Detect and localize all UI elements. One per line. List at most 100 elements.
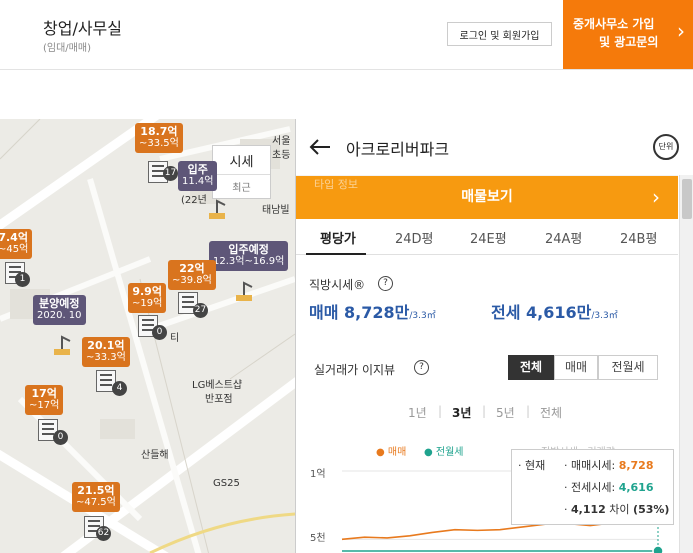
page-subtitle: (임대/매매) bbox=[43, 43, 91, 54]
marker-status: 입주예정 bbox=[228, 243, 269, 256]
map-price-marker[interactable]: 18.7억 ~33.5억 bbox=[135, 123, 183, 153]
unit-count-badge: 0 bbox=[152, 325, 167, 340]
map-place-label: 산들해 bbox=[141, 450, 169, 461]
y-tick-label: 5천 bbox=[310, 533, 326, 544]
tab-24b[interactable]: 24B평 bbox=[620, 228, 657, 247]
map-price-marker[interactable]: 21.5억 ~47.5억 bbox=[72, 482, 120, 512]
map-price-marker[interactable]: 9.9억 ~19억 bbox=[128, 283, 167, 313]
tab-24d[interactable]: 24D평 bbox=[395, 228, 434, 247]
active-tab-underline bbox=[306, 253, 366, 255]
chevron-right-icon: › bbox=[652, 185, 660, 209]
map-price-marker[interactable]: 7.4억 ~45억 bbox=[0, 229, 33, 259]
marker-price: 18.7억 bbox=[140, 125, 178, 138]
tooltip-rent: · 전세시세: 4,616 bbox=[564, 479, 653, 495]
tooltip-diff-pct: (53%) bbox=[633, 503, 670, 516]
view-listings-button[interactable]: 타입 정보 매물보기 › bbox=[296, 176, 678, 219]
jeonse-label: 전세 bbox=[491, 303, 521, 322]
marker-range: ~39.8억 bbox=[172, 275, 212, 286]
price-toggle-current[interactable]: 시세 bbox=[213, 146, 270, 175]
page-title: 창업/사무실 bbox=[43, 19, 122, 38]
marker-range: ~45억 bbox=[0, 244, 29, 255]
transaction-easyview-label: 실거래가 이지뷰 bbox=[314, 363, 396, 377]
agency-signup-button[interactable]: 중개사무소 가입 및 광고문의 › bbox=[563, 0, 693, 69]
tooltip-diff: · 4,112 차이 (53%) bbox=[564, 503, 670, 516]
map-place-label: (22년 bbox=[181, 195, 207, 206]
period-separator: | bbox=[482, 404, 487, 418]
tab-per-pyeong[interactable]: 평당가 bbox=[320, 228, 356, 247]
marker-range: 12.3억~16.9억 bbox=[213, 256, 285, 267]
map-place-label: GS25 bbox=[213, 478, 240, 489]
unit-count-badge: 27 bbox=[193, 303, 208, 318]
map-presale-marker[interactable]: 분양예정 2020. 10 bbox=[33, 295, 86, 325]
marker-status: 입주 bbox=[187, 163, 208, 176]
unit-count-badge: 17 bbox=[163, 166, 178, 181]
marker-price: 17억 bbox=[31, 387, 57, 400]
marker-range: ~47.5억 bbox=[76, 497, 116, 508]
unit-count-badge: 62 bbox=[96, 526, 111, 541]
marker-price: 20.1억 bbox=[87, 339, 125, 352]
period-separator: | bbox=[438, 404, 443, 418]
tooltip-sale: · 매매시세: 8,728 bbox=[564, 457, 653, 473]
map-place-label: LG베스트샵 bbox=[192, 380, 243, 391]
map-place-label: 초등 bbox=[272, 150, 291, 161]
map-occupancy-marker[interactable]: 입주예정 12.3억~16.9억 bbox=[209, 241, 289, 271]
legend-sale-label: 매매 bbox=[387, 447, 407, 458]
marker-range: ~33.3억 bbox=[86, 352, 126, 363]
zigbang-price-label: 직방시세® bbox=[309, 278, 366, 292]
header-spacer bbox=[0, 70, 693, 119]
period-3y[interactable]: 3년 bbox=[452, 404, 471, 421]
map-price-marker[interactable]: 22억 ~39.8억 bbox=[168, 260, 216, 290]
construction-crane-icon bbox=[209, 199, 226, 219]
panel-scrollbar[interactable] bbox=[679, 175, 693, 553]
chevron-right-icon: › bbox=[677, 19, 685, 43]
sale-price: 매매 8,728만/3.3㎡ bbox=[309, 299, 436, 323]
price-toggle-panel[interactable]: 시세 최근 bbox=[212, 145, 271, 199]
chart-tooltip: · 현재 · 매매시세: 8,728 · 전세시세: 4,616 · 4,112… bbox=[511, 449, 674, 525]
map-price-marker[interactable]: 20.1억 ~33.3억 bbox=[82, 337, 130, 367]
period-all[interactable]: 전체 bbox=[540, 404, 562, 421]
filter-all[interactable]: 전체 bbox=[508, 355, 554, 380]
marker-price: 7.4억 bbox=[0, 231, 28, 244]
unit-toggle-icon[interactable]: 단위 bbox=[653, 134, 679, 160]
tooltip-diff-value: 4,112 bbox=[571, 503, 606, 516]
filter-sale[interactable]: 매매 bbox=[554, 355, 598, 380]
map-place-label: 반포점 bbox=[205, 394, 233, 405]
arrow-left-icon[interactable] bbox=[308, 135, 332, 159]
app-header: 창업/사무실 (임대/매매) 로그인 및 회원가입 중개사무소 가입 및 광고문… bbox=[0, 0, 693, 70]
sale-unit: /3.3㎡ bbox=[409, 311, 436, 321]
legend-rent: ● 전월세 bbox=[424, 447, 464, 458]
scrollbar-thumb[interactable] bbox=[682, 179, 692, 219]
unit-count-badge: 0 bbox=[53, 430, 68, 445]
jeonse-unit: /3.3㎡ bbox=[591, 311, 618, 321]
price-toggle-recent[interactable]: 최근 bbox=[213, 175, 270, 194]
help-icon[interactable]: ? bbox=[414, 360, 429, 375]
map-place-label: 서울 bbox=[272, 136, 291, 147]
legend-rent-label: 전월세 bbox=[435, 447, 464, 458]
login-signup-button[interactable]: 로그인 및 회원가입 bbox=[447, 22, 552, 46]
jeonse-price: 전세 4,616만/3.3㎡ bbox=[491, 299, 618, 323]
type-tabs: 평당가 24D평 24E평 24A평 24B평 bbox=[296, 219, 678, 255]
help-icon[interactable]: ? bbox=[378, 276, 393, 291]
tooltip-rent-label: · 전세시세: bbox=[564, 481, 616, 494]
filter-rent[interactable]: 전월세 bbox=[598, 355, 658, 380]
legend-sale: ● 매매 bbox=[376, 447, 407, 458]
map-place-label: 태남빌 bbox=[262, 205, 290, 216]
map-occupancy-marker[interactable]: 입주 11.4억 bbox=[178, 161, 218, 191]
view-listings-label: 매물보기 bbox=[461, 189, 513, 205]
period-separator: | bbox=[526, 404, 531, 418]
marker-status: 분양예정 bbox=[39, 297, 80, 310]
y-tick-label: 1억 bbox=[310, 469, 326, 480]
marker-range: 11.4억 bbox=[182, 176, 214, 187]
period-1y[interactable]: 1년 bbox=[408, 404, 427, 421]
tab-24e[interactable]: 24E평 bbox=[470, 228, 507, 247]
tooltip-now: · 현재 bbox=[518, 459, 546, 472]
tooltip-diff-label: 차이 bbox=[609, 503, 630, 516]
marker-date: 2020. 10 bbox=[37, 310, 82, 321]
unit-count-badge: 1 bbox=[15, 272, 30, 287]
tab-24a[interactable]: 24A평 bbox=[545, 228, 582, 247]
map-price-marker[interactable]: 17억 ~17억 bbox=[25, 385, 64, 415]
tooltip-sale-label: · 매매시세: bbox=[564, 459, 616, 472]
map-view[interactable]: 시세 최근 18.7억 ~33.5억 7.4억 ~45억 입주 11.4억 입주… bbox=[0, 119, 295, 553]
period-5y[interactable]: 5년 bbox=[496, 404, 515, 421]
map-place-label: 티 bbox=[170, 333, 180, 344]
